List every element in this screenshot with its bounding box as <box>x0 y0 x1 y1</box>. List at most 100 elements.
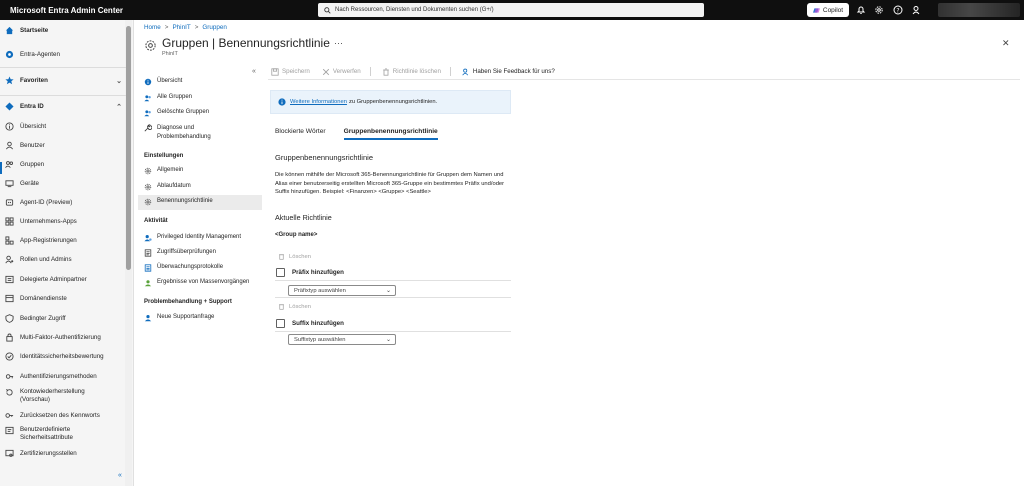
feedback-button[interactable]: Haben Sie Feedback für uns? <box>459 68 555 76</box>
close-icon[interactable]: ✕ <box>1002 38 1010 49</box>
more-options-button[interactable]: ··· <box>334 38 343 48</box>
copilot-button[interactable]: Copilot <box>807 3 849 17</box>
discard-label: Verwerfen <box>332 68 361 75</box>
nav-rollen-admins[interactable]: Rollen und Admins <box>0 255 126 264</box>
nav-label: Entra ID <box>20 103 44 110</box>
suffix-checkbox[interactable] <box>276 319 285 328</box>
user-icon <box>5 141 14 150</box>
certificate-icon <box>5 449 14 458</box>
collapse-subnav-button[interactable]: « <box>252 68 256 75</box>
prefix-label: Präfix hinzufügen <box>292 269 344 276</box>
menu-allgemein[interactable]: Allgemein <box>138 167 262 178</box>
prefix-type-dropdown[interactable]: Präfixtyp auswählen ⌄ <box>288 285 396 296</box>
page-subtitle: PhinIT <box>162 51 178 57</box>
nav-authentifizierungsmethoden[interactable]: Authentifizierungsmethoden <box>0 372 126 381</box>
menu-label: Gelöschte Gruppen <box>157 109 210 115</box>
chevron-up-icon[interactable]: ⌃ <box>116 103 122 111</box>
current-policy-title: Aktuelle Richtlinie <box>275 213 332 222</box>
chevron-down-icon: ⌄ <box>385 337 391 343</box>
global-search-input[interactable]: Nach Ressourcen, Diensten und Dokumenten… <box>318 3 704 17</box>
left-navigation: Startseite Entra-Agenten Favoriten ⌄ Ent… <box>0 20 134 486</box>
feedback-label: Haben Sie Feedback für uns? <box>472 68 555 75</box>
nav-divider <box>0 95 126 96</box>
menu-pim[interactable]: Privileged Identity Management <box>138 234 262 245</box>
tab-gruppenbenennungsrichtlinie[interactable]: Gruppenbenennungsrichtlinie <box>343 128 438 140</box>
nav-mfa[interactable]: Multi-Faktor-Authentifizierung <box>0 333 126 342</box>
menu-label: Benennungsrichtlinie <box>157 198 213 204</box>
nav-startseite[interactable]: Startseite <box>0 26 126 35</box>
nav-entra-agenten[interactable]: Entra-Agenten <box>0 50 126 59</box>
prefix-checkbox[interactable] <box>276 268 285 277</box>
menu-geloeschte-gruppen[interactable]: Gelöschte Gruppen <box>138 109 262 120</box>
menu-ueberwachungsprotokolle[interactable]: Überwachungsprotokolle <box>138 264 262 275</box>
chevron-down-icon[interactable]: ⌄ <box>116 77 122 85</box>
nav-app-registrierungen[interactable]: App-Registrierungen <box>0 236 126 245</box>
nav-label: Unternehmens-Apps <box>20 218 77 225</box>
menu-section-einstellungen: Einstellungen <box>144 153 184 159</box>
section-title: Gruppenbenennungsrichtlinie <box>275 153 373 162</box>
nav-uebersicht[interactable]: Übersicht <box>0 122 126 131</box>
nav-label: Entra-Agenten <box>20 51 60 58</box>
menu-uebersicht[interactable]: Übersicht <box>138 78 262 89</box>
nav-agent-id[interactable]: Agent-ID (Preview) <box>0 198 126 207</box>
tab-list: Blockierte Wörter Gruppenbenennungsricht… <box>275 128 438 140</box>
tab-blockierte-woerter[interactable]: Blockierte Wörter <box>275 128 326 135</box>
help-icon[interactable]: ? <box>893 5 903 15</box>
breadcrumb-home[interactable]: Home <box>144 24 161 31</box>
menu-zugriffsueberpruefungen[interactable]: Zugriffsüberprüfungen <box>138 249 262 260</box>
prefix-dropdown-placeholder: Präfixtyp auswählen <box>294 287 346 294</box>
gear-icon[interactable] <box>874 5 884 15</box>
nav-geraete[interactable]: Geräte <box>0 179 126 188</box>
feedback-person-icon <box>462 68 468 75</box>
chevron-down-icon: ⌄ <box>385 288 391 294</box>
suffix-dropdown-placeholder: Suffixtyp auswählen <box>294 336 346 343</box>
breadcrumb-groups[interactable]: Gruppen <box>202 24 227 31</box>
suffix-checkbox-row[interactable]: Suffix hinzufügen <box>276 319 344 328</box>
info-icon <box>5 122 14 131</box>
menu-neue-supportanfrage[interactable]: Neue Supportanfrage <box>138 314 262 325</box>
nav-bedingter-zugriff[interactable]: Bedingter Zugriff <box>0 314 126 323</box>
apps-icon <box>5 217 14 226</box>
bell-icon[interactable] <box>856 5 866 15</box>
menu-massenvorgaenge[interactable]: Ergebnisse von Massenvorgängen <box>138 279 262 290</box>
app-title[interactable]: Microsoft Entra Admin Center <box>10 6 310 15</box>
account-recovery-icon <box>5 388 14 397</box>
nav-favoriten[interactable]: Favoriten ⌄ <box>0 76 126 85</box>
nav-zertifizierungsstellen[interactable]: Zertifizierungsstellen <box>0 449 126 458</box>
discard-button[interactable]: Verwerfen <box>319 68 361 76</box>
menu-section-support: Problembehandlung + Support <box>144 299 232 305</box>
feedback-icon[interactable] <box>912 5 922 15</box>
nav-domaenendienste[interactable]: Domänendienste <box>0 294 126 303</box>
prefix-delete-button[interactable]: Löschen <box>278 253 311 260</box>
menu-benennungsrichtlinie[interactable]: Benennungsrichtlinie <box>138 195 262 210</box>
nav-identitaetssicherheitsbewertung[interactable]: Identitätssicherheitsbewertung <box>0 352 126 361</box>
save-button[interactable]: Speichern <box>268 67 310 76</box>
nav-unternehmens-apps[interactable]: Unternehmens-Apps <box>0 217 126 226</box>
delete-policy-button[interactable]: Richtlinie löschen <box>379 67 441 76</box>
nav-gruppen[interactable]: Gruppen <box>0 160 126 169</box>
menu-alle-gruppen[interactable]: Alle Gruppen <box>138 94 262 105</box>
command-bar: Speichern Verwerfen Richtlinie löschen H… <box>268 64 1020 80</box>
collapse-nav-button[interactable]: « <box>118 472 122 479</box>
bulk-operations-icon <box>144 280 152 287</box>
save-icon <box>271 67 279 76</box>
nav-delegierte-adminpartner[interactable]: Delegierte Adminpartner <box>0 275 126 284</box>
menu-ablaufdatum[interactable]: Ablaufdatum <box>138 183 262 194</box>
menu-diagnose[interactable]: Diagnose und Problembehandlung <box>138 124 262 144</box>
learn-more-link[interactable]: Weitere Informationen <box>290 99 347 105</box>
info-banner: Weitere Informationen zu Gruppenbenennun… <box>270 90 511 114</box>
prefix-checkbox-row[interactable]: Präfix hinzufügen <box>276 268 344 277</box>
account-info[interactable] <box>938 3 1020 17</box>
menu-label: Neue Supportanfrage <box>157 314 215 320</box>
nav-kontowiederherstellung[interactable]: Kontowiederherstellung (Vorschau) <box>0 388 126 404</box>
suffix-delete-button[interactable]: Löschen <box>278 303 311 310</box>
nav-sicherheitsattribute[interactable]: Benutzerdefinierte Sicherheitsattribute <box>0 426 126 442</box>
nav-kennwort-zuruecksetzen[interactable]: Zurücksetzen des Kennworts <box>0 411 126 420</box>
menu-label: Privileged Identity Management <box>157 234 242 240</box>
nav-scrollbar[interactable] <box>126 26 131 270</box>
nav-entra-id[interactable]: Entra ID ⌃ <box>0 102 126 111</box>
suffix-type-dropdown[interactable]: Suffixtyp auswählen ⌄ <box>288 334 396 345</box>
breadcrumb-tenant[interactable]: PhinIT <box>172 24 190 31</box>
nav-benutzer[interactable]: Benutzer <box>0 141 126 150</box>
mfa-icon <box>5 333 14 342</box>
